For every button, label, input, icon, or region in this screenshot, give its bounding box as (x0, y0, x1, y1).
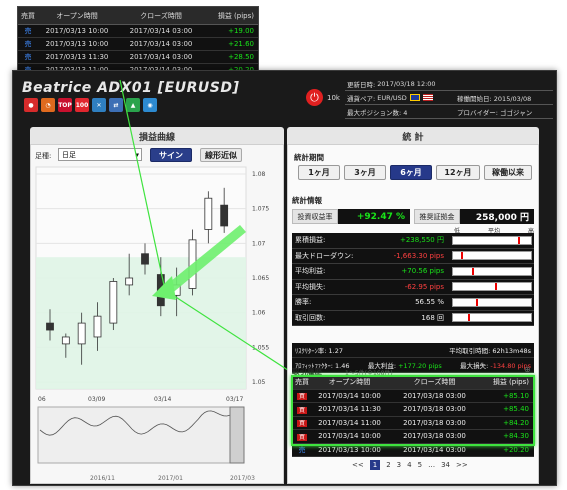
pagination: << 1 2 3 4 5 … 34 >> (352, 460, 468, 470)
side-badge: 売 (298, 445, 306, 454)
stat-label: 平均利益: (295, 267, 326, 276)
return-label: 投資収益率 (292, 209, 338, 224)
pager-page-3[interactable]: 3 (397, 461, 401, 469)
highlight-box (291, 375, 535, 446)
stats-table: 累積損益: +238,550 円 最大ドローダウン: -1,663.30 pip… (292, 233, 534, 326)
stat-bar-marker (468, 314, 471, 322)
stat-value: 56.55 % (415, 298, 444, 307)
stat-value: +70.56 pips (401, 267, 444, 276)
risk-return-label: ﾘｽｸﾘﾀｰﾝ率: (295, 347, 327, 355)
avg-duration-value: 62h13m48s (492, 347, 531, 355)
pager-page-5[interactable]: 5 (418, 461, 422, 469)
stat-bar (452, 266, 532, 276)
stat-bar (452, 282, 532, 292)
tab-statistics[interactable]: 統 計 (287, 127, 539, 145)
stat-bar (452, 313, 532, 323)
period-3m-button[interactable]: 3ヶ月 (344, 165, 386, 180)
stat-bar-marker (475, 298, 478, 306)
pager-ellipsis: … (428, 461, 436, 469)
capital-label: 推奨証拠金 (414, 209, 460, 224)
period-6m-button[interactable]: 6ヶ月 (390, 165, 432, 180)
pager-page-4[interactable]: 4 (407, 461, 411, 469)
pager-first[interactable]: << (352, 461, 364, 469)
extra-row: ｱﾛﾌｨｯﾄﾌｧｸﾀｰ: 1.46 最大利益: +177.20 pips 最大損… (292, 358, 534, 373)
stat-row: 取引回数: 168 回 (292, 311, 534, 326)
extra-stats: ﾘｽｸﾘﾀｰﾝ率: 1.27 平均取引時間: 62h13m48s ｱﾛﾌｨｯﾄﾌ… (292, 343, 534, 373)
close-time: 2017/03/14 03:00 (403, 445, 466, 454)
stat-row: 最大ドローダウン: -1,663.30 pips (292, 249, 534, 264)
avg-duration-label: 平均取引時間: (449, 347, 491, 355)
pager-page-2[interactable]: 2 (386, 461, 390, 469)
stat-value: +238,550 円 (399, 236, 444, 245)
stat-label: 最大ドローダウン: (295, 251, 354, 260)
stat-value: -1,663.30 pips (393, 251, 444, 260)
period-12m-button[interactable]: 12ヶ月 (436, 165, 480, 180)
pager-last[interactable]: >> (456, 461, 468, 469)
return-value: +92.47 % (338, 209, 410, 224)
period-all-button[interactable]: 稼働以来 (484, 165, 532, 180)
pager-page-1[interactable]: 1 (369, 460, 381, 470)
stat-value: 168 回 (421, 313, 444, 322)
risk-return-value: 1.27 (328, 347, 344, 355)
stat-label: 勝率: (295, 298, 312, 307)
stat-bar-marker (494, 283, 497, 291)
stat-bar-marker (472, 267, 474, 275)
capital-value: 258,000 円 (460, 209, 534, 224)
max-loss-label: 最大損失: (460, 362, 489, 370)
max-profit-value: +177.20 pips (398, 362, 442, 370)
stat-label: 累積損益: (295, 236, 326, 245)
extra-row: ﾘｽｸﾘﾀｰﾝ率: 1.27 平均取引時間: 62h13m48s (292, 343, 534, 358)
stat-bar-marker (460, 252, 463, 260)
stats-info-label: 統計情報 (292, 196, 322, 205)
stat-value: -62.95 pips (404, 282, 444, 291)
stat-label: 平均損失: (295, 282, 326, 291)
pips-value: +20.20 (503, 445, 529, 454)
expand-icon[interactable]: ⊕ (524, 365, 531, 374)
stat-bar-marker (517, 236, 520, 244)
period-label: 統計期間 (294, 153, 324, 162)
open-time: 2017/03/13 10:00 (318, 445, 381, 454)
annotation-arrowhead (152, 276, 176, 300)
period-1m-button[interactable]: 1ヶ月 (298, 165, 340, 180)
stat-row: 平均損失: -62.95 pips (292, 280, 534, 295)
stat-row: 勝率: 56.55 % (292, 295, 534, 311)
stat-bar (452, 235, 532, 245)
annotation-line (164, 289, 301, 379)
stat-bar (452, 297, 532, 307)
annotation-line (119, 79, 166, 291)
stat-bar (452, 251, 532, 261)
stat-row: 平均利益: +70.56 pips (292, 264, 534, 280)
stat-label: 取引回数: (295, 313, 326, 322)
stat-row: 累積損益: +238,550 円 (292, 233, 534, 249)
pager-page-34[interactable]: 34 (441, 461, 450, 469)
